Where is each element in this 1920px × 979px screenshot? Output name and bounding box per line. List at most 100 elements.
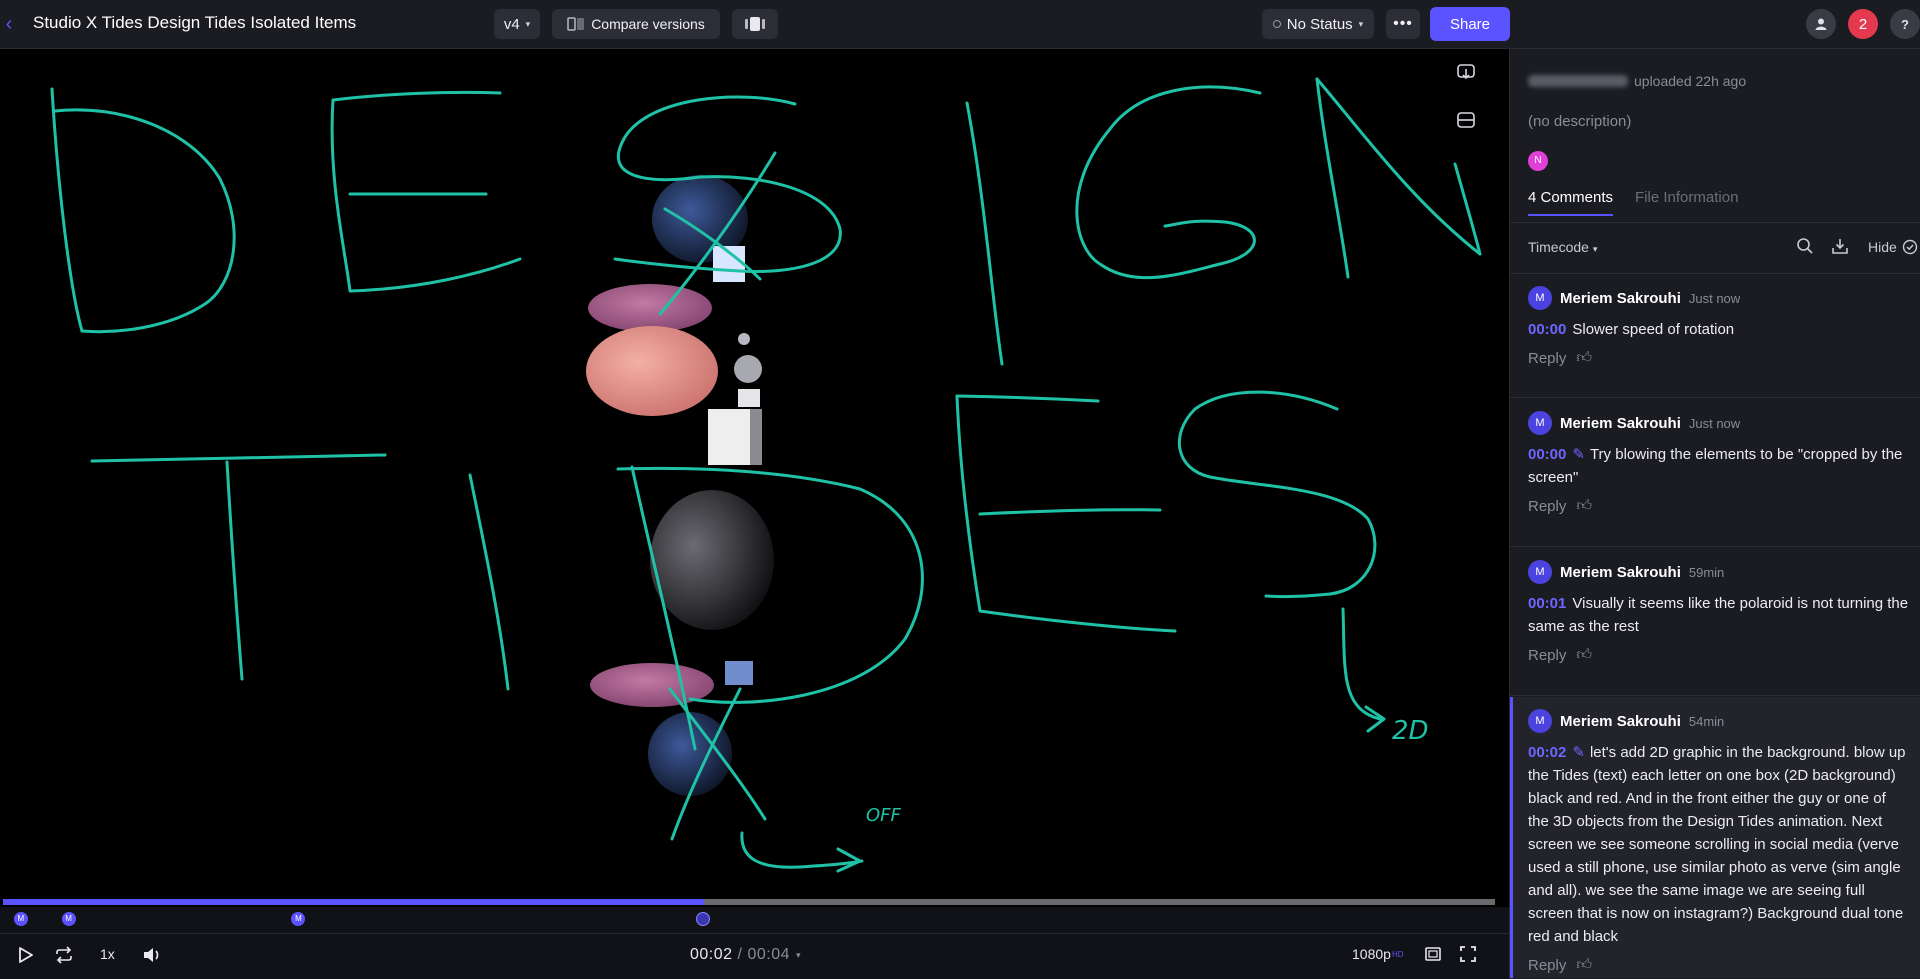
- sort-dropdown[interactable]: Timecode ▾: [1528, 239, 1597, 255]
- video-frame[interactable]: 2D OFF: [0, 49, 1509, 901]
- comment-time: 54min: [1688, 713, 1725, 729]
- comment-body: 00:01 Visually it seems like the polaroid…: [1528, 592, 1920, 638]
- player-controls: 1x 00:02 / 00:04 ▾ 1080p HD: [0, 933, 1509, 979]
- comment-marker[interactable]: M: [291, 912, 306, 926]
- uploader-info: uploaded 22h ago: [1528, 73, 1746, 89]
- comment-text: let's add 2D graphic in the background. …: [1528, 744, 1906, 945]
- comment-timecode[interactable]: 00:02: [1528, 744, 1566, 761]
- comment-timecode[interactable]: 00:01: [1528, 595, 1566, 612]
- download-frame-icon[interactable]: [1456, 63, 1480, 87]
- reply-button[interactable]: Reply: [1528, 647, 1566, 664]
- resolution-label: 1080p: [1352, 946, 1391, 962]
- comment-time: 59min: [1688, 564, 1725, 580]
- version-dropdown[interactable]: v4 ▾: [494, 9, 540, 39]
- video-player: 2D OFF M M M 1x 00:02 / 00:04 ▾ 1080p HD: [0, 49, 1509, 979]
- comment-timecode[interactable]: 00:00: [1528, 446, 1566, 463]
- playback-speed-button[interactable]: 1x: [100, 946, 115, 962]
- tab-file-information[interactable]: File Information: [1635, 189, 1738, 216]
- comment-item[interactable]: M Meriem Sakrouhi Just now 00:00 Slower s…: [1510, 274, 1920, 398]
- film-strip-icon: [745, 17, 765, 31]
- reply-button[interactable]: Reply: [1528, 498, 1566, 515]
- comment-time: Just now: [1688, 290, 1741, 306]
- hide-comments-toggle[interactable]: Hide: [1868, 239, 1918, 255]
- comment-item-selected[interactable]: M Meriem Sakrouhi 54min 00:02 ✎ let's add …: [1510, 697, 1920, 978]
- page-title: Studio X Tides Design Tides Isolated Ite…: [33, 13, 357, 32]
- current-time: 00:02: [690, 946, 733, 963]
- volume-button[interactable]: [142, 946, 162, 964]
- thumbs-up-icon[interactable]: 👍︎: [1576, 349, 1592, 367]
- avatar: M: [1528, 709, 1552, 733]
- notification-badge[interactable]: 2: [1848, 9, 1878, 39]
- chevron-down-icon: ▾: [525, 18, 531, 29]
- compare-versions-button[interactable]: Compare versions: [552, 9, 720, 39]
- drawing-annotation-icon[interactable]: ✎: [1572, 446, 1585, 463]
- sort-label: Timecode: [1528, 239, 1589, 255]
- magnifier-glyph: [1797, 238, 1813, 254]
- comment-filter-row: Timecode ▾ Hide: [1528, 229, 1917, 269]
- more-options-button[interactable]: •••: [1386, 9, 1420, 39]
- image-compare-icon: [1457, 112, 1475, 128]
- comment-author: Meriem Sakrouhi: [1560, 414, 1681, 432]
- comment-marker[interactable]: M: [61, 912, 76, 926]
- timecode-display[interactable]: 00:02 / 00:04 ▾: [690, 946, 801, 964]
- download-icon: [1457, 64, 1475, 80]
- status-dropdown[interactable]: No Status ▾: [1262, 9, 1374, 39]
- back-chevron-icon[interactable]: ‹: [0, 12, 18, 36]
- comment-body: 00:02 ✎ let's add 2D graphic in the backgr…: [1528, 741, 1920, 948]
- loop-button[interactable]: [54, 946, 74, 964]
- comment-timecode[interactable]: 00:00: [1528, 321, 1566, 338]
- fullscreen-button[interactable]: [1460, 946, 1476, 962]
- reply-button[interactable]: Reply: [1528, 957, 1566, 974]
- reply-button[interactable]: Reply: [1528, 350, 1566, 367]
- annotation-off-label: OFF: [866, 805, 902, 826]
- search-icon[interactable]: [1796, 237, 1814, 260]
- more-dots-icon: •••: [1393, 15, 1413, 32]
- compare-versions-label: Compare versions: [591, 16, 705, 32]
- description[interactable]: (no description): [1528, 113, 1631, 130]
- resolution-button[interactable]: 1080p HD: [1352, 946, 1404, 962]
- top-bar: ‹ Studio X Tides Design Tides Isolated I…: [0, 0, 1920, 49]
- chevron-down-icon: ▾: [796, 949, 802, 960]
- comment-marker[interactable]: [695, 912, 710, 926]
- play-button[interactable]: [18, 946, 34, 964]
- video-content: 2D OFF: [50, 77, 1482, 873]
- drawing-annotation-icon[interactable]: ✎: [1572, 744, 1585, 761]
- avatar: M: [1528, 560, 1552, 584]
- chevron-down-icon: ▾: [1592, 244, 1598, 254]
- comment-text: Visually it seems like the polaroid is n…: [1528, 595, 1909, 635]
- hd-badge: HD: [1391, 949, 1404, 959]
- chevron-down-icon: ▾: [1358, 18, 1364, 29]
- avatar: M: [1528, 411, 1552, 435]
- safe-zone-icon: [1425, 947, 1441, 961]
- tab-comments[interactable]: 4 Comments: [1528, 189, 1614, 216]
- thumbs-up-icon[interactable]: 👍︎: [1576, 646, 1592, 664]
- compare-frame-icon[interactable]: [1456, 111, 1480, 135]
- comment-marker[interactable]: M: [13, 912, 28, 926]
- comment-author: Meriem Sakrouhi: [1560, 289, 1681, 307]
- user-icon[interactable]: [1806, 9, 1836, 39]
- share-button[interactable]: Share: [1430, 7, 1510, 41]
- thumbs-up-icon[interactable]: 👍︎: [1576, 956, 1592, 974]
- progress-fill: [3, 899, 705, 905]
- drawing-annotations: [50, 77, 1482, 873]
- help-icon[interactable]: ?: [1890, 9, 1920, 39]
- progress-bar[interactable]: [3, 899, 1495, 905]
- comment-author: Meriem Sakrouhi: [1560, 712, 1681, 730]
- version-label: v4: [503, 15, 520, 33]
- comment-item[interactable]: M Meriem Sakrouhi 59min 00:01 Visually it…: [1510, 548, 1920, 696]
- thumbs-up-icon[interactable]: 👍︎: [1576, 497, 1592, 515]
- check-circle-icon: [1902, 239, 1917, 255]
- comment-marker-row: MMM: [0, 907, 1509, 933]
- compare-icon: [567, 17, 585, 31]
- download-comments-icon[interactable]: [1831, 237, 1849, 260]
- comment-item[interactable]: M Meriem Sakrouhi Just now 00:00 ✎ Try blo…: [1510, 399, 1920, 547]
- person-icon: [1815, 18, 1827, 30]
- volume-icon: [144, 948, 159, 962]
- annotation-2d-label: 2D: [1392, 716, 1429, 746]
- avatar[interactable]: N: [1528, 151, 1548, 171]
- loop-icon: [56, 946, 72, 964]
- safe-zone-button[interactable]: [1424, 946, 1442, 962]
- panel-tabs: 4 Comments File Information: [1528, 189, 1738, 216]
- view-mode-toggle[interactable]: [732, 9, 778, 39]
- comment-body: 00:00 ✎ Try blowing the elements to be "cr…: [1528, 443, 1920, 489]
